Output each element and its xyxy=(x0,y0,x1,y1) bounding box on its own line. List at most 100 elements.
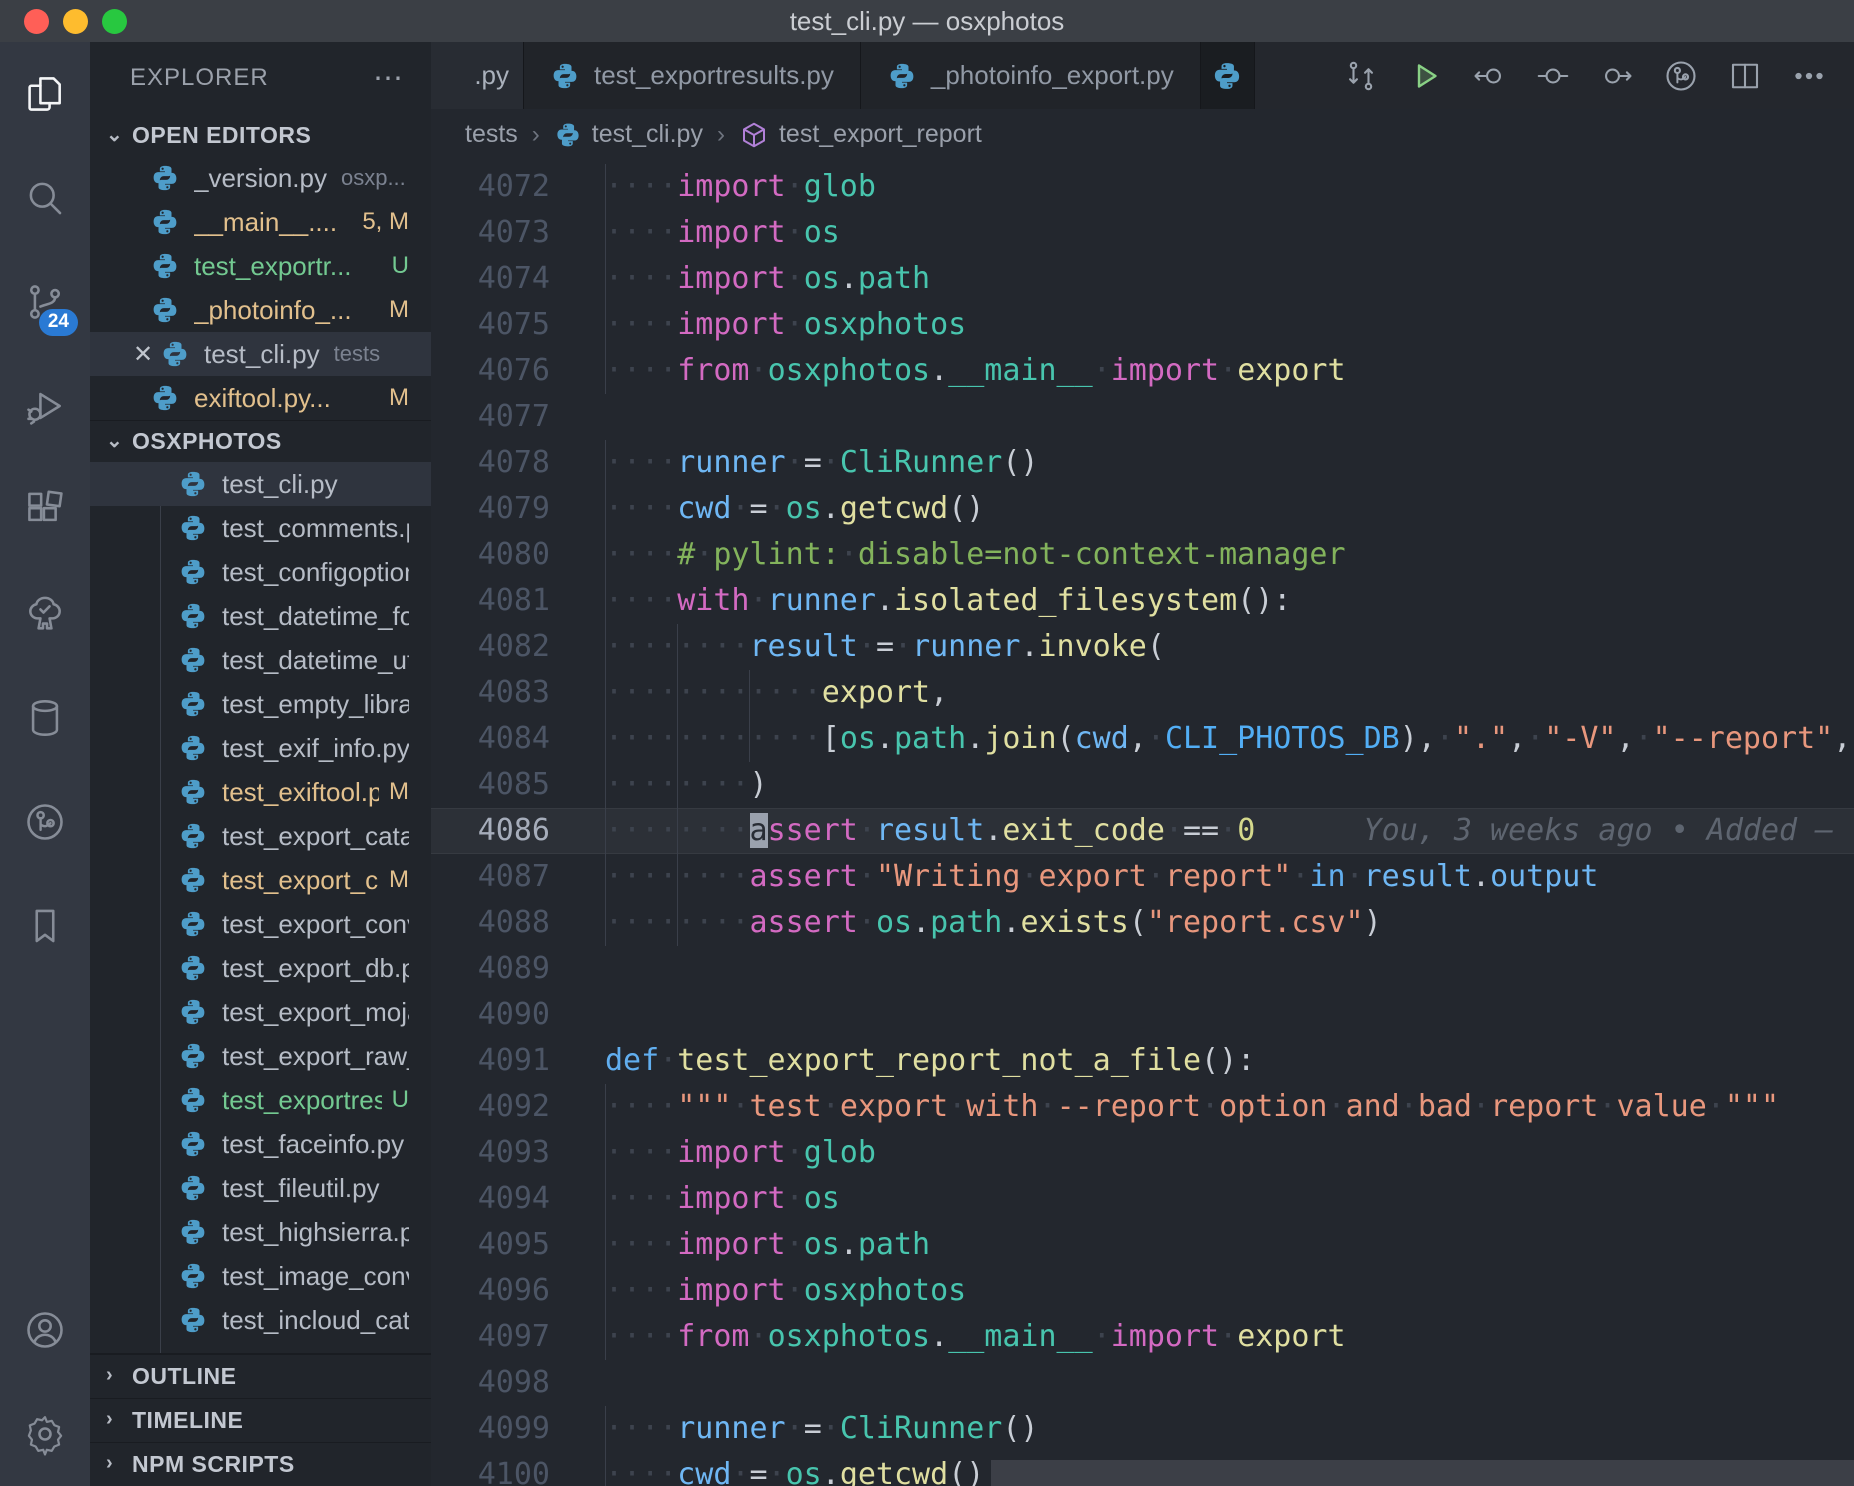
code-editor[interactable]: 4072····import·glob4073····import·os4074… xyxy=(431,160,1854,1486)
activity-source-control-icon[interactable]: 24 xyxy=(0,250,90,354)
code-line-4085[interactable]: 4085········) xyxy=(431,762,1854,808)
current-change-icon[interactable] xyxy=(1532,55,1574,97)
activity-search-icon[interactable] xyxy=(0,146,90,250)
code-line-4077[interactable]: 4077 xyxy=(431,394,1854,440)
section-open-editors[interactable]: ⌄ OPEN EDITORS xyxy=(90,114,431,156)
tab-photoinfo-export[interactable]: _photoinfo_export.py xyxy=(861,42,1201,109)
code-line-4083[interactable]: 4083············export, xyxy=(431,670,1854,716)
code-line-4096[interactable]: 4096····import·osxphotos xyxy=(431,1268,1854,1314)
tree-item-test_fileutil-py[interactable]: test_fileutil.py xyxy=(90,1166,431,1210)
split-editor-icon[interactable] xyxy=(1724,55,1766,97)
open-changes-icon[interactable] xyxy=(1340,55,1382,97)
tree-item-test_exportres-[interactable]: test_exportres...U xyxy=(90,1078,431,1122)
close-icon[interactable]: ✕ xyxy=(126,340,160,369)
tree-item-test_datetime_utils-[interactable]: test_datetime_utils.... xyxy=(90,638,431,682)
code-line-4093[interactable]: 4093····import·glob xyxy=(431,1130,1854,1176)
code-line-4074[interactable]: 4074····import·os.path xyxy=(431,256,1854,302)
tab-test-exportresults[interactable]: test_exportresults.py xyxy=(524,42,861,109)
code-line-4079[interactable]: 4079····cwd·=·os.getcwd() xyxy=(431,486,1854,532)
code-line-4076[interactable]: 4076····from·osxphotos.__main__·import·e… xyxy=(431,348,1854,394)
tab-pinned-python[interactable] xyxy=(1201,42,1255,109)
activity-test-explorer-icon[interactable] xyxy=(0,562,90,666)
goto-previous-change-icon[interactable] xyxy=(1468,55,1510,97)
code-line-4098[interactable]: 4098 xyxy=(431,1360,1854,1406)
file-name: test_configoptions.... xyxy=(222,557,409,588)
tree-item-test_empty_library_-[interactable]: test_empty_library_... xyxy=(90,682,431,726)
python-file-icon xyxy=(150,251,180,281)
breadcrumb-item-tests[interactable]: tests xyxy=(465,120,518,149)
open-editor-test_cli-py[interactable]: ✕test_cli.pytests xyxy=(90,332,431,376)
code-line-4092[interactable]: 4092····"""·test·export·with·--report·op… xyxy=(431,1084,1854,1130)
code-line-4091[interactable]: 4091def·test_export_report_not_a_file(): xyxy=(431,1038,1854,1084)
tree-item-test_image_convert-[interactable]: test_image_convert... xyxy=(90,1254,431,1298)
code-line-4081[interactable]: 4081····with·runner.isolated_filesystem(… xyxy=(431,578,1854,624)
section-timeline[interactable]: ›TIMELINE xyxy=(90,1398,431,1442)
line-content: ····runner·=·CliRunner() xyxy=(605,440,1854,486)
code-line-4095[interactable]: 4095····import·os.path xyxy=(431,1222,1854,1268)
line-number: 4086 xyxy=(431,808,605,854)
code-line-4099[interactable]: 4099····runner·=·CliRunner() xyxy=(431,1406,1854,1452)
code-line-4082[interactable]: 4082········result·=·runner.invoke( xyxy=(431,624,1854,670)
activity-account-icon[interactable] xyxy=(0,1278,90,1382)
code-line-4075[interactable]: 4075····import·osxphotos xyxy=(431,302,1854,348)
activity-files-icon[interactable] xyxy=(0,42,90,146)
open-editor-_version-py[interactable]: _version.pyosxp... xyxy=(90,156,431,200)
indent-guide xyxy=(605,1130,606,1176)
code-line-4072[interactable]: 4072····import·glob xyxy=(431,164,1854,210)
code-line-4087[interactable]: 4087········assert·"Writing·export·repor… xyxy=(431,854,1854,900)
tree-item-test_export_db-py[interactable]: test_export_db.py xyxy=(90,946,431,990)
code-line-4078[interactable]: 4078····runner·=·CliRunner() xyxy=(431,440,1854,486)
code-line-4086[interactable]: 4086········assert·result.exit_code·==·0… xyxy=(431,808,1854,854)
explorer-more-actions-icon[interactable]: ⋯ xyxy=(373,61,405,96)
breadcrumb-item-test_cli-py[interactable]: test_cli.py xyxy=(554,120,703,149)
open-editor-_photoinfo_-[interactable]: _photoinfo_...M xyxy=(90,288,431,332)
horizontal-scrollbar[interactable] xyxy=(991,1460,1854,1486)
tree-item-test_exif_info-py[interactable]: test_exif_info.py xyxy=(90,726,431,770)
tab-test-cli-partial[interactable]: .py xyxy=(431,42,524,109)
line-number: 4097 xyxy=(431,1314,605,1360)
code-line-4088[interactable]: 4088········assert·os.path.exists("repor… xyxy=(431,900,1854,946)
more-actions-icon[interactable] xyxy=(1788,55,1830,97)
code-line-4080[interactable]: 4080····#·pylint:·disable=not-context-ma… xyxy=(431,532,1854,578)
code-line-4073[interactable]: 4073····import·os xyxy=(431,210,1854,256)
section-npm-scripts[interactable]: ›NPM SCRIPTS xyxy=(90,1442,431,1486)
breadcrumb-item-test_export_report[interactable]: test_export_report xyxy=(739,120,982,150)
open-editor-exiftool-py-[interactable]: exiftool.py...M xyxy=(90,376,431,420)
tree-item-test_export_catalin-[interactable]: test_export_catalin... xyxy=(90,814,431,858)
code-line-4090[interactable]: 4090 xyxy=(431,992,1854,1038)
tree-item-test_export_raw_ca-[interactable]: test_export_raw_ca... xyxy=(90,1034,431,1078)
section-osxphotos[interactable]: ⌄ OSXPHOTOS xyxy=(90,420,431,462)
open-editor-test_exportr-[interactable]: test_exportr...U xyxy=(90,244,431,288)
tree-item-test_incloud_catali-[interactable]: test_incloud_catali... xyxy=(90,1298,431,1342)
tree-item-test_export_conver-[interactable]: test_export_conver... xyxy=(90,902,431,946)
breadcrumb: tests›test_cli.py›test_export_report xyxy=(431,109,1854,160)
tree-item-test_exiftool-py[interactable]: test_exiftool.pyM xyxy=(90,770,431,814)
code-line-4089[interactable]: 4089 xyxy=(431,946,1854,992)
activity-run-debug-icon[interactable] xyxy=(0,354,90,458)
code-line-4094[interactable]: 4094····import·os xyxy=(431,1176,1854,1222)
activity-git-graph-icon[interactable] xyxy=(0,770,90,874)
tree-item-test_export_c-[interactable]: test_export_c...M xyxy=(90,858,431,902)
activity-extensions-icon[interactable] xyxy=(0,458,90,562)
tree-item-test_comments-py[interactable]: test_comments.py xyxy=(90,506,431,550)
tree-item-test_faceinfo-py[interactable]: test_faceinfo.py xyxy=(90,1122,431,1166)
python-file-icon xyxy=(178,821,208,851)
python-file-icon xyxy=(178,1217,208,1247)
tree-item-test_cli-py[interactable]: test_cli.py xyxy=(90,462,431,506)
activity-bookmarks-icon[interactable] xyxy=(0,874,90,978)
open-editor-__main__-[interactable]: __main__....5, M xyxy=(90,200,431,244)
tree-item-test_configoptions-[interactable]: test_configoptions.... xyxy=(90,550,431,594)
tree-item-test_export_mojave-[interactable]: test_export_mojave... xyxy=(90,990,431,1034)
activity-settings-gear-icon[interactable] xyxy=(0,1382,90,1486)
activity-database-icon[interactable] xyxy=(0,666,90,770)
code-line-4097[interactable]: 4097····from·osxphotos.__main__·import·e… xyxy=(431,1314,1854,1360)
code-line-4084[interactable]: 4084············[os.path.join(cwd,·CLI_P… xyxy=(431,716,1854,762)
title-bar: test_cli.py — osxphotos xyxy=(0,0,1854,42)
section-outline[interactable]: ›OUTLINE xyxy=(90,1354,431,1398)
git-graph-icon[interactable] xyxy=(1660,55,1702,97)
run-python-file-icon[interactable] xyxy=(1404,55,1446,97)
goto-next-change-icon[interactable] xyxy=(1596,55,1638,97)
tree-item-test_datetime_form-[interactable]: test_datetime_form... xyxy=(90,594,431,638)
tree-item-test_highsierra-py[interactable]: test_highsierra.py xyxy=(90,1210,431,1254)
line-content: ········) xyxy=(605,762,1854,808)
